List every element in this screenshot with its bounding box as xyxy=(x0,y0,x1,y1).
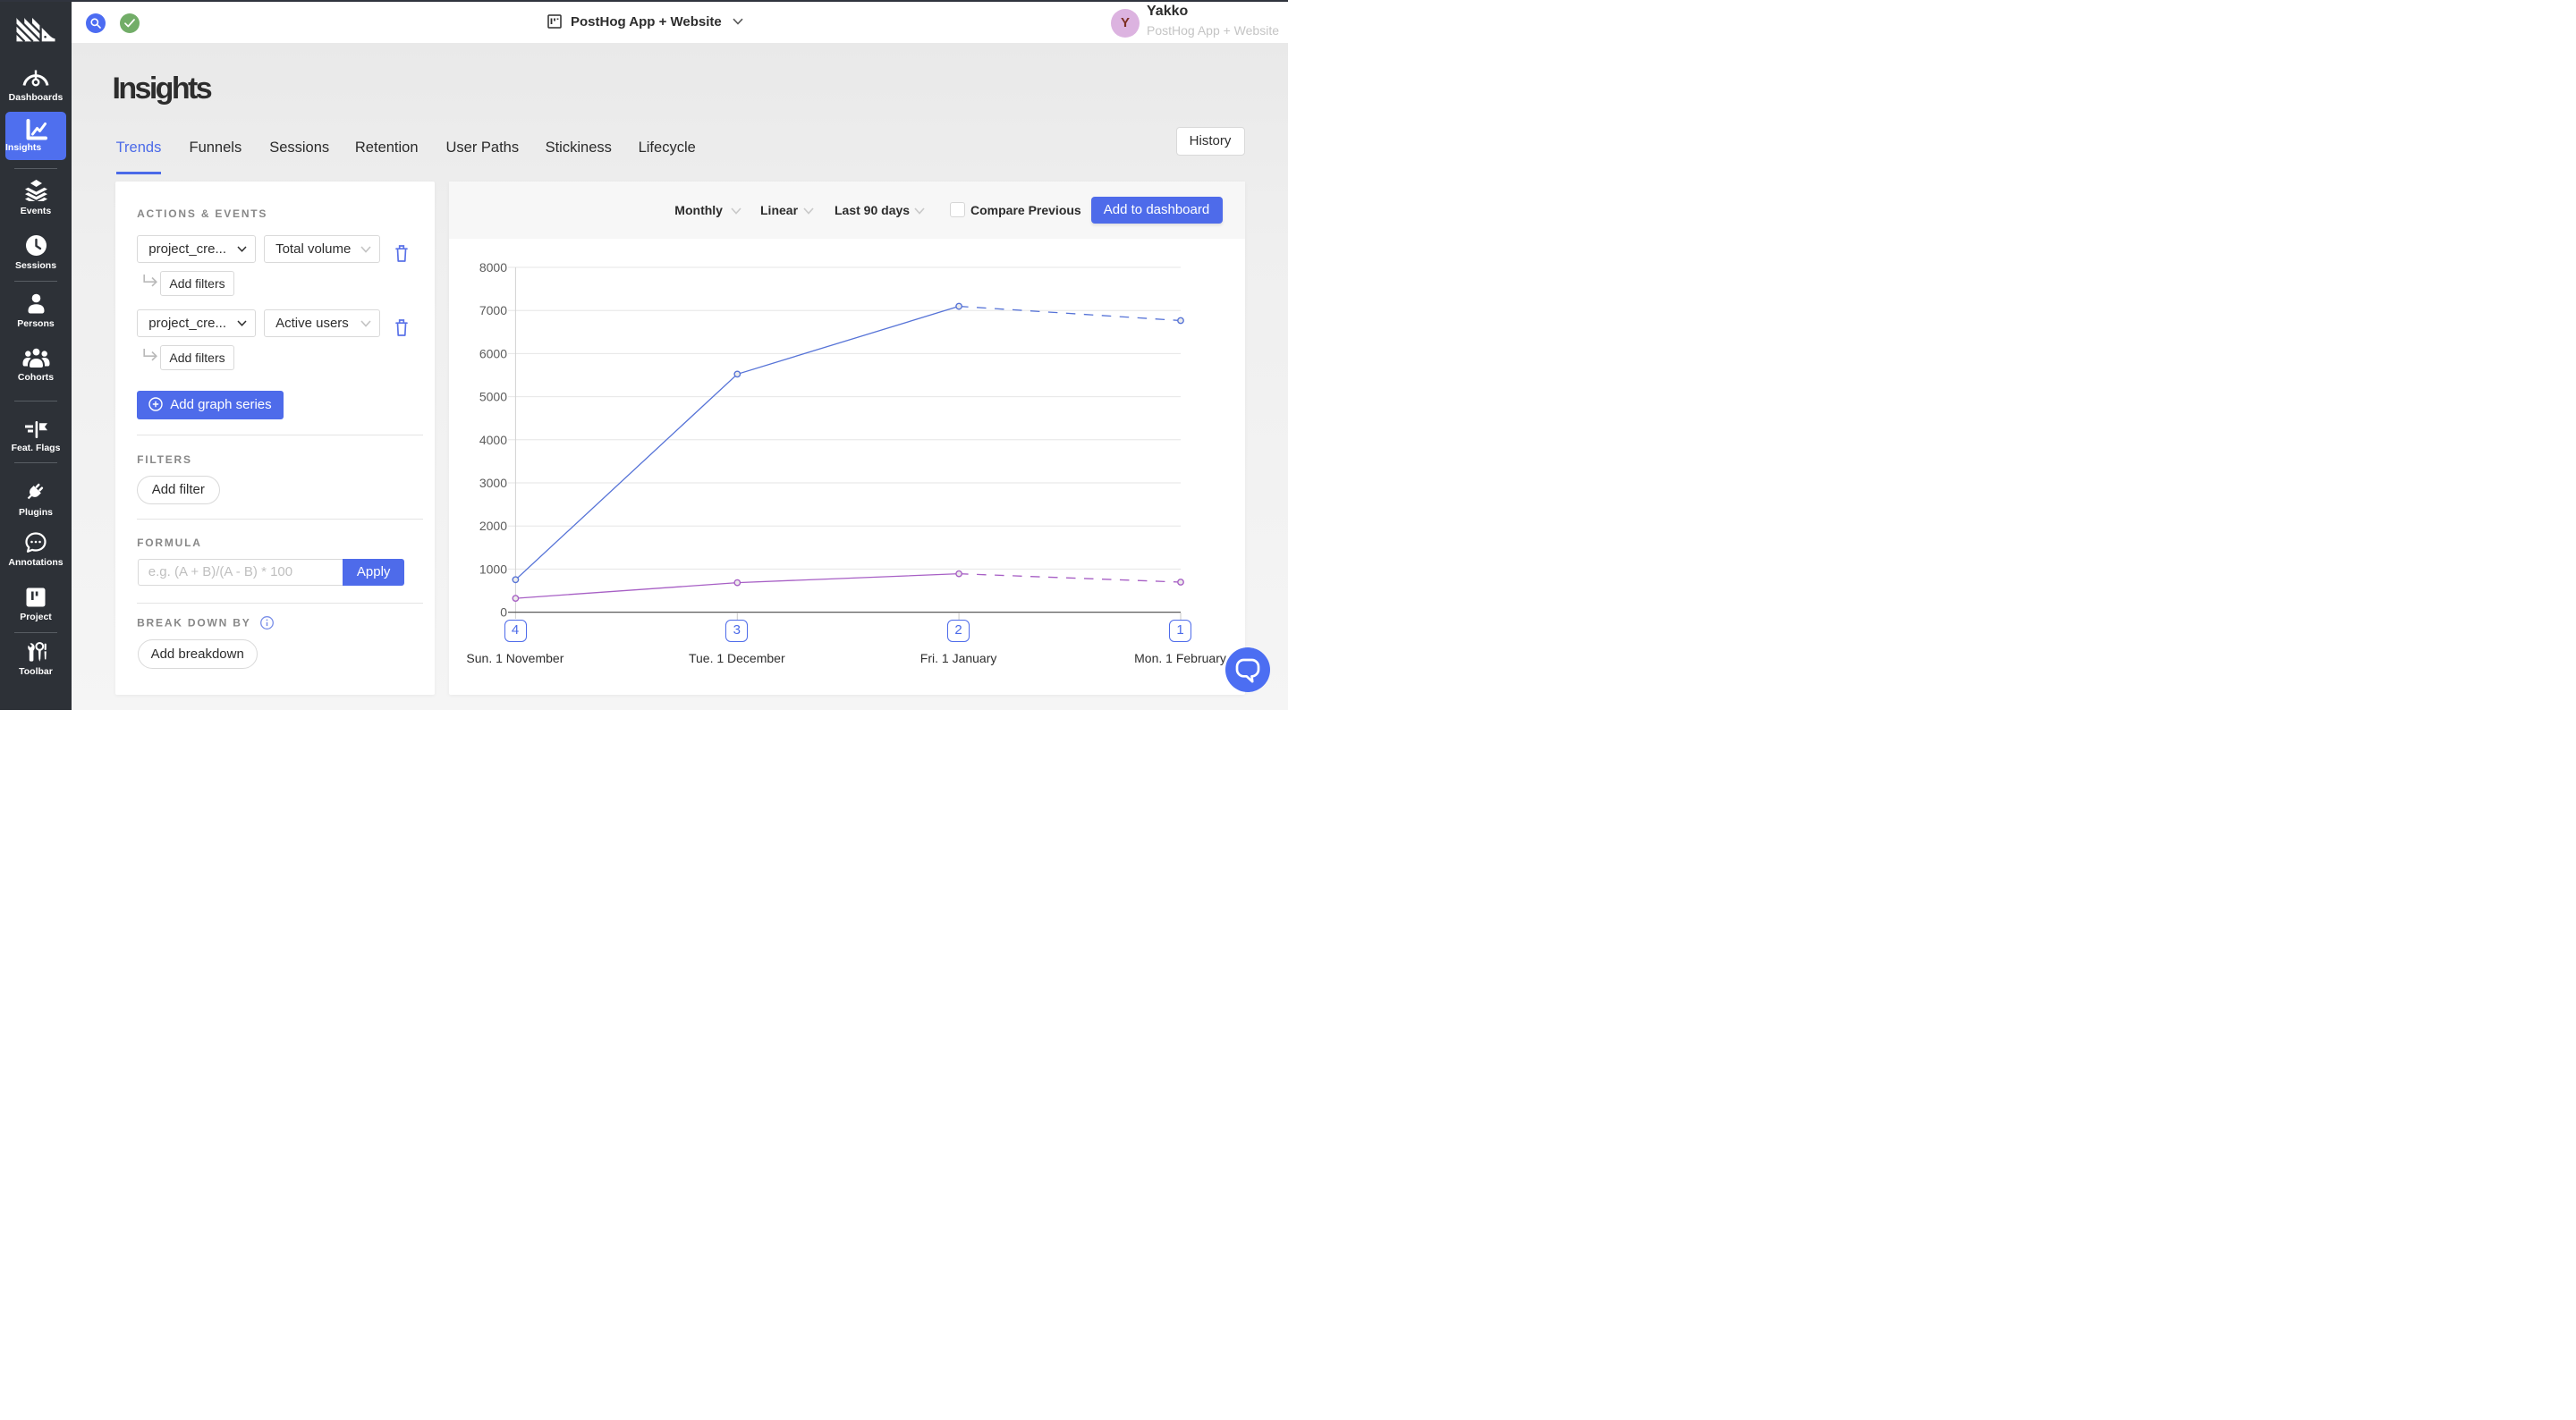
svg-text:7000: 7000 xyxy=(479,303,506,317)
svg-text:5000: 5000 xyxy=(479,389,506,403)
svg-text:3000: 3000 xyxy=(479,476,506,490)
svg-text:2000: 2000 xyxy=(479,519,506,533)
svg-text:0: 0 xyxy=(500,604,507,619)
svg-text:4000: 4000 xyxy=(479,432,506,446)
svg-text:6000: 6000 xyxy=(479,346,506,360)
svg-text:1000: 1000 xyxy=(479,562,506,576)
svg-text:8000: 8000 xyxy=(479,260,506,275)
